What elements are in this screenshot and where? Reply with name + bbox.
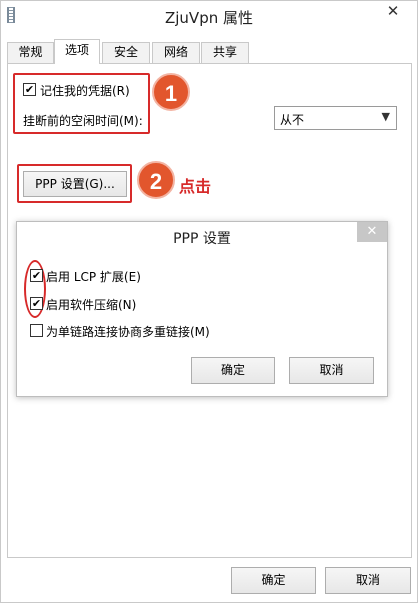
enable-lcp-checkbox[interactable]: ✔: [30, 269, 43, 282]
dialog-close-icon[interactable]: ✕: [357, 222, 387, 242]
multilink-label: 为单链路连接协商多重链接(M): [46, 325, 210, 339]
enable-lcp-label: 启用 LCP 扩展(E): [46, 270, 141, 284]
enable-compression-label: 启用软件压缩(N): [46, 298, 137, 312]
ppp-settings-dialog: PPP 设置 ✕ ✔ 启用 LCP 扩展(E) ✔ 启用软件压缩(N) 为单链路…: [16, 221, 388, 397]
step-badge-2: 2: [137, 161, 175, 199]
dialog-cancel-button[interactable]: 取消: [289, 357, 374, 384]
idle-time-value: 从不: [280, 113, 305, 127]
idle-time-select[interactable]: 从不 ▼: [274, 106, 397, 130]
chevron-down-icon: ▼: [381, 110, 390, 123]
enable-compression-checkbox[interactable]: ✔: [30, 297, 43, 310]
properties-window: ZjuVpn 属性 ✕ 常规 选项 安全 网络 共享 ✔ 记住我的凭据(R) 挂…: [0, 0, 418, 603]
step-badge-1: 1: [152, 73, 190, 111]
multilink-checkbox[interactable]: [30, 324, 43, 337]
remember-credentials-checkbox[interactable]: ✔: [23, 83, 36, 96]
click-hint-text: 点击: [179, 177, 212, 196]
ppp-settings-button[interactable]: PPP 设置(G)...: [23, 171, 127, 197]
idle-time-label: 挂断前的空闲时间(M):: [23, 114, 143, 128]
remember-credentials-label: 记住我的凭据(R): [40, 84, 130, 98]
dialog-ok-button[interactable]: 确定: [191, 357, 275, 384]
dialog-title: PPP 设置: [173, 231, 231, 247]
